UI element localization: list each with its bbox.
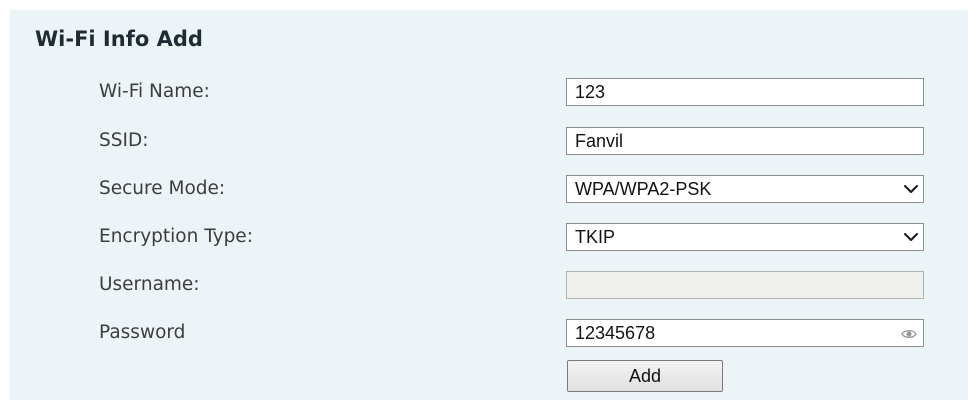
encryption-type-select[interactable]: TKIP [566,223,924,251]
secure-mode-row: Secure Mode: WPA/WPA2-PSK [10,175,968,205]
wifi-info-add-panel: Wi-Fi Info Add Wi-Fi Name: SSID: Secure … [10,10,968,400]
section-title: Wi-Fi Info Add [35,27,203,51]
secure-mode-label: Secure Mode: [99,178,226,199]
ssid-label: SSID: [99,130,149,151]
wifi-name-label: Wi-Fi Name: [99,81,210,102]
password-value: 12345678 [575,323,656,343]
wifi-name-input[interactable] [566,78,924,106]
encryption-type-row: Encryption Type: TKIP [10,223,968,253]
chevron-down-icon [903,184,919,194]
chevron-down-icon [903,232,919,242]
password-input[interactable]: 12345678 [566,319,924,347]
username-label: Username: [99,274,200,295]
ssid-input[interactable] [566,127,924,155]
encryption-type-selected-value: TKIP [575,227,616,247]
password-label: Password [99,322,186,343]
username-row: Username: [10,271,968,301]
secure-mode-selected-value: WPA/WPA2-PSK [575,179,712,199]
secure-mode-select[interactable]: WPA/WPA2-PSK [566,175,924,203]
ssid-row: SSID: [10,127,968,157]
encryption-type-label: Encryption Type: [99,226,253,247]
username-input[interactable] [566,271,924,299]
password-row: Password 12345678 [10,319,968,349]
eye-icon[interactable] [901,327,917,341]
add-button[interactable]: Add [567,360,723,392]
wifi-name-row: Wi-Fi Name: [10,78,968,108]
